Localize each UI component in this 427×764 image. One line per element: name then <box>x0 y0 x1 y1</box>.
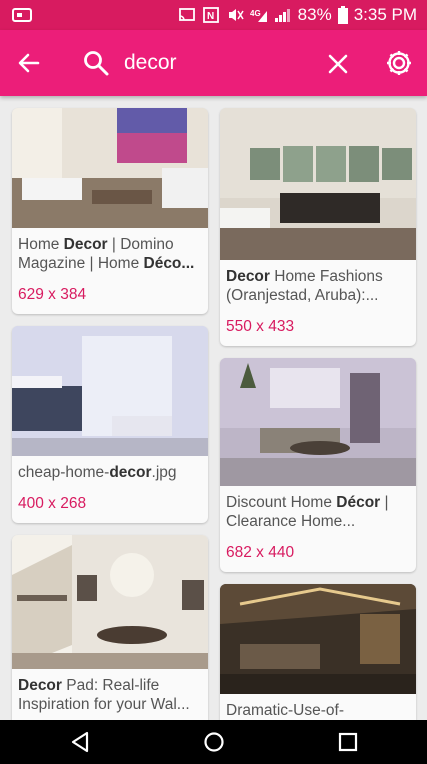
arrow-back-icon[interactable] <box>14 48 44 78</box>
result-card[interactable]: Home Decor | Domino Magazine | Home Déco… <box>12 108 208 314</box>
result-dimensions: 629 x 384 <box>18 286 87 303</box>
svg-text:N: N <box>207 11 214 22</box>
result-dimensions: 682 x 440 <box>226 544 295 561</box>
search-icon <box>84 51 109 76</box>
result-image <box>220 358 416 486</box>
result-image <box>12 535 208 669</box>
battery-icon <box>337 6 348 24</box>
nfc-icon: N <box>202 7 219 23</box>
results-column-left: Home Decor | Domino Magazine | Home Déco… <box>12 108 208 749</box>
result-caption: Discount Home Décor | Clearance Home... <box>226 494 389 530</box>
result-card[interactable]: Dramatic-Use-of- <box>220 584 416 742</box>
result-dimensions: 400 x 268 <box>18 495 87 512</box>
cast-icon <box>178 8 195 21</box>
mute-icon <box>228 9 244 21</box>
lte-signal-icon: 4G <box>250 9 267 22</box>
result-image <box>12 108 208 228</box>
square-recents-icon[interactable] <box>336 730 360 754</box>
result-card[interactable]: cheap-home-decor.jpg 400 x 268 <box>12 326 208 523</box>
svg-text:4G: 4G <box>250 9 261 18</box>
result-image <box>12 326 208 456</box>
search-input[interactable]: decor <box>124 49 177 77</box>
results-column-right: Decor Home Fashions (Oranjestad, Aruba):… <box>220 108 416 754</box>
clock: 3:35 PM <box>353 5 417 24</box>
navigation-bar <box>0 720 427 764</box>
result-card[interactable]: Discount Home Décor | Clearance Home... … <box>220 358 416 572</box>
signal-icon <box>274 9 290 22</box>
close-icon[interactable] <box>324 48 352 78</box>
result-image <box>220 584 416 694</box>
result-image <box>220 108 416 260</box>
result-caption: cheap-home-decor.jpg <box>18 464 177 481</box>
circle-home-icon[interactable] <box>202 730 226 754</box>
result-card[interactable]: Decor Pad: Real-life Inspiration for you… <box>12 535 208 737</box>
battery-percent: 83% <box>297 5 332 24</box>
result-card[interactable]: Decor Home Fashions (Oranjestad, Aruba):… <box>220 108 416 346</box>
result-caption: Decor Pad: Real-life Inspiration for you… <box>18 677 190 713</box>
result-caption: Home Decor | Domino Magazine | Home Déco… <box>18 236 195 272</box>
gear-icon[interactable] <box>384 48 414 78</box>
notification-icon <box>12 8 32 22</box>
search-app-bar: decor <box>0 30 427 96</box>
result-dimensions: 550 x 433 <box>226 318 295 335</box>
triangle-back-icon[interactable] <box>68 730 92 754</box>
result-caption: Decor Home Fashions (Oranjestad, Aruba):… <box>226 268 383 304</box>
status-bar: N 4G 83% 3:35 PM <box>0 0 427 30</box>
